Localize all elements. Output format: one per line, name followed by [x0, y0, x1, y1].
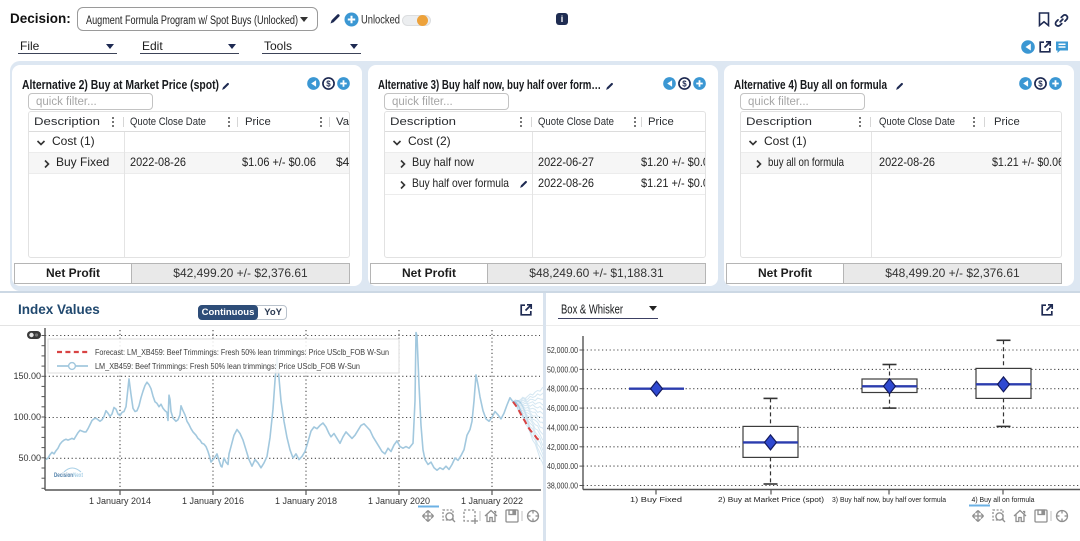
- svg-text:40,000.00: 40,000.00: [547, 462, 578, 471]
- svg-text:LM_XB459: Beef Trimmings: Fres: LM_XB459: Beef Trimmings: Fresh 50% lean…: [95, 361, 360, 371]
- svg-text:2022-08-26: 2022-08-26: [879, 156, 935, 169]
- svg-text:2022-08-26: 2022-08-26: [130, 156, 186, 169]
- svg-text:$: $: [682, 79, 687, 88]
- svg-text:Buy Fixed: Buy Fixed: [56, 156, 109, 169]
- svg-text:42,000.00: 42,000.00: [547, 443, 578, 452]
- svg-text:DecisionNext: DecisionNext: [54, 472, 83, 479]
- svg-text:3) Buy half now, buy half over: 3) Buy half now, buy half over formula: [832, 495, 947, 504]
- svg-text:Description: Description: [34, 116, 100, 128]
- svg-text:$1.20 +/- $0.0: $1.20 +/- $0.0: [641, 156, 706, 169]
- svg-text:Price: Price: [994, 116, 1020, 128]
- svg-text:$1.21 +/- $0.06: $1.21 +/- $0.06: [992, 156, 1062, 169]
- svg-text:$1.21 +/- $0.0: $1.21 +/- $0.0: [641, 177, 706, 190]
- svg-text:$: $: [1038, 79, 1043, 88]
- svg-text:38,000.00: 38,000.00: [547, 482, 578, 491]
- svg-text:1 January 2022: 1 January 2022: [461, 496, 523, 506]
- svg-text:Buy half over formula: Buy half over formula: [412, 177, 509, 190]
- svg-text:Unlocked: Unlocked: [361, 15, 400, 27]
- svg-text:Price: Price: [245, 116, 271, 128]
- svg-text:52,000.00: 52,000.00: [547, 346, 578, 355]
- svg-text:Cost (1): Cost (1): [764, 135, 807, 148]
- svg-text:Description: Description: [746, 116, 812, 128]
- svg-text:Buy half now: Buy half now: [412, 156, 474, 169]
- svg-text:1 January 2014: 1 January 2014: [89, 496, 151, 506]
- svg-text:4) Buy all on formula: 4) Buy all on formula: [972, 495, 1036, 504]
- svg-text:1 January 2016: 1 January 2016: [182, 496, 244, 506]
- svg-text:2022-08-26: 2022-08-26: [538, 177, 594, 190]
- svg-text:$4: $4: [336, 156, 350, 169]
- svg-text:150.00: 150.00: [13, 371, 41, 381]
- svg-text:1 January 2018: 1 January 2018: [275, 496, 337, 506]
- svg-text:Va: Va: [336, 116, 350, 128]
- svg-text:2) Buy at Market Price (spot): 2) Buy at Market Price (spot): [718, 495, 825, 504]
- svg-text:Quote Close Date: Quote Close Date: [879, 116, 955, 128]
- svg-text:Forecast: LM_XB459: Beef Trimm: Forecast: LM_XB459: Beef Trimmings: Fres…: [95, 347, 389, 357]
- svg-text:$1.06 +/- $0.06: $1.06 +/- $0.06: [242, 156, 316, 169]
- svg-text:Augment Formula Program w/ Spo: Augment Formula Program w/ Spot Buys (Un…: [86, 15, 298, 27]
- svg-text:Price: Price: [648, 116, 674, 128]
- svg-text:Cost (2): Cost (2): [408, 135, 451, 148]
- svg-text:Quote Close Date: Quote Close Date: [538, 116, 614, 128]
- svg-text:44,000.00: 44,000.00: [547, 423, 578, 432]
- svg-text:1 January 2020: 1 January 2020: [368, 496, 430, 506]
- svg-text:48,000.00: 48,000.00: [547, 385, 578, 394]
- svg-text:Alternative 2) Buy at Market P: Alternative 2) Buy at Market Price (spot…: [22, 77, 219, 92]
- svg-text:Cost (1): Cost (1): [52, 135, 95, 148]
- svg-text:Box & Whisker: Box & Whisker: [561, 303, 623, 317]
- svg-text:1) Buy Fixed: 1) Buy Fixed: [630, 495, 682, 504]
- svg-text:2022-06-27: 2022-06-27: [538, 156, 594, 169]
- svg-text:50.00: 50.00: [18, 453, 41, 463]
- svg-text:buy all on formula: buy all on formula: [768, 156, 844, 169]
- svg-text:Quote Close Date: Quote Close Date: [130, 116, 206, 128]
- svg-text:100.00: 100.00: [13, 412, 41, 422]
- svg-text:Alternative 4) Buy all on form: Alternative 4) Buy all on formula: [734, 77, 888, 92]
- svg-text:Description: Description: [390, 116, 456, 128]
- svg-text:Alternative 3) Buy half now, b: Alternative 3) Buy half now, buy half ov…: [378, 77, 601, 92]
- svg-text:50,000.00: 50,000.00: [547, 365, 578, 374]
- svg-text:$: $: [326, 79, 331, 88]
- svg-text:46,000.00: 46,000.00: [547, 404, 578, 413]
